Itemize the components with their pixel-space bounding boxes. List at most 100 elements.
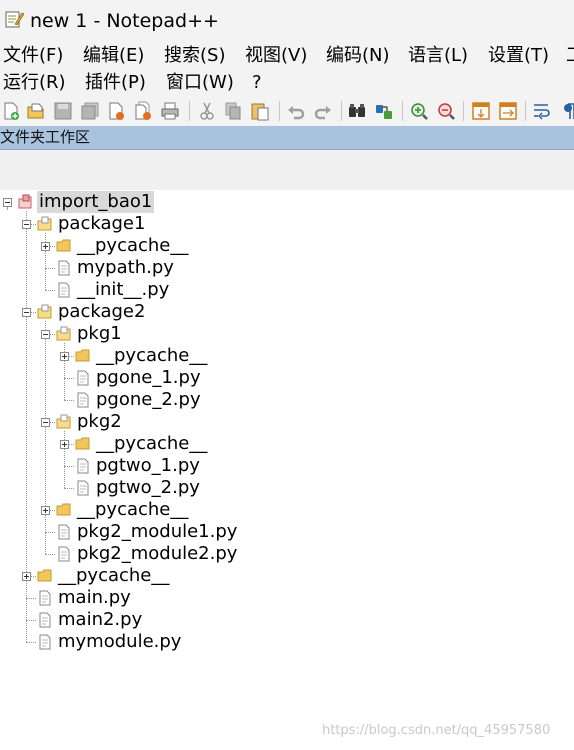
new-file-icon[interactable] [1, 101, 21, 121]
collapse-toggle[interactable] [22, 220, 31, 229]
tree-node-folder[interactable]: __pycache__ [77, 499, 188, 521]
toolbar-separator [279, 101, 280, 121]
zoom-in-icon[interactable] [409, 101, 429, 121]
folder-icon [56, 239, 71, 252]
tree-line [64, 400, 74, 401]
close-all-icon[interactable] [133, 101, 153, 121]
expand-toggle[interactable] [41, 242, 50, 251]
tree-node-file[interactable]: pkg2_module1.py [77, 521, 237, 543]
tree-node-package2[interactable]: package2 [58, 301, 145, 323]
tree-node-file[interactable]: mymodule.py [58, 631, 181, 653]
tree-node-file[interactable]: mypath.py [77, 257, 174, 279]
package-folder-icon [56, 414, 71, 429]
tree-line [45, 554, 55, 555]
collapse-toggle[interactable] [3, 198, 12, 207]
file-icon [39, 612, 51, 628]
menu-settings[interactable]: 设置(T) [488, 43, 549, 69]
open-file-icon[interactable] [26, 101, 46, 121]
tree-node-root[interactable]: import_bao1 [37, 191, 155, 213]
menu-edit[interactable]: 编辑(E) [83, 43, 144, 69]
file-icon [39, 590, 51, 606]
tree-line [26, 598, 36, 599]
expand-toggle[interactable] [41, 506, 50, 515]
menu-run[interactable]: 运行(R) [3, 70, 66, 96]
sync-vertical-icon[interactable] [471, 101, 491, 121]
folder-icon [56, 503, 71, 516]
tree-node-file[interactable]: main2.py [58, 609, 142, 631]
tree-line [45, 532, 55, 533]
undo-icon[interactable] [286, 101, 306, 121]
tree-node-file[interactable]: pgtwo_1.py [96, 455, 200, 477]
replace-icon[interactable] [374, 101, 394, 121]
file-icon [77, 370, 89, 386]
tree-line [45, 321, 46, 554]
paste-icon[interactable] [250, 101, 270, 121]
file-icon [58, 282, 70, 298]
menu-tools[interactable]: 工 [566, 43, 574, 69]
close-icon[interactable] [106, 101, 126, 121]
tree-line [64, 378, 74, 379]
collapse-toggle[interactable] [22, 308, 31, 317]
tree-node-folder[interactable]: __pycache__ [77, 235, 188, 257]
copy-icon[interactable] [223, 101, 243, 121]
toolbar-separator [525, 101, 526, 121]
file-icon [77, 480, 89, 496]
save-icon[interactable] [53, 101, 73, 121]
expand-toggle[interactable] [22, 572, 31, 581]
toolbar [0, 96, 574, 126]
tree-line [45, 290, 55, 291]
file-icon [58, 260, 70, 276]
file-icon [77, 458, 89, 474]
toolbar-separator [402, 101, 403, 121]
menu-view[interactable]: 视图(V) [245, 43, 307, 69]
toolbar-separator [463, 101, 464, 121]
toolbar-separator [341, 101, 342, 121]
menu-bar: 文件(F) 编辑(E) 搜索(S) 视图(V) 编码(N) 语言(L) 设置(T… [0, 42, 574, 96]
save-all-icon[interactable] [80, 101, 100, 121]
title-bar: new 1 - Notepad++ [0, 0, 574, 42]
folder-icon [75, 437, 90, 450]
tree-node-file[interactable]: main.py [58, 587, 131, 609]
tree-node-folder[interactable]: __pycache__ [96, 345, 207, 367]
package-folder-icon [56, 326, 71, 341]
folder-icon [37, 569, 52, 582]
folder-tree: import_bao1 package1 __pycache__ mypath.… [0, 190, 574, 750]
collapse-toggle[interactable] [41, 418, 50, 427]
print-icon[interactable] [160, 101, 180, 121]
menu-file[interactable]: 文件(F) [3, 43, 63, 69]
sync-horizontal-icon[interactable] [498, 101, 518, 121]
zoom-out-icon[interactable] [436, 101, 456, 121]
tree-node-file[interactable]: pgone_2.py [96, 389, 201, 411]
tree-line [45, 268, 55, 269]
tree-line [7, 207, 8, 209]
tree-node-file[interactable]: __init__.py [77, 279, 169, 301]
root-folder-icon [18, 194, 32, 209]
panel-title: 文件夹工作区 [0, 128, 91, 146]
tree-node-pkg1[interactable]: pkg1 [77, 323, 122, 345]
tree-node-package1[interactable]: package1 [58, 213, 145, 235]
tree-line [26, 642, 36, 643]
menu-language[interactable]: 语言(L) [408, 43, 468, 69]
menu-encoding[interactable]: 编码(N) [326, 43, 390, 69]
menu-help[interactable]: ? [252, 70, 262, 96]
word-wrap-icon[interactable] [532, 101, 552, 121]
collapse-toggle[interactable] [41, 330, 50, 339]
watermark-text: https://blog.csdn.net/qq_45957580 [322, 723, 551, 738]
expand-toggle[interactable] [60, 440, 69, 449]
menu-search[interactable]: 搜索(S) [164, 43, 225, 69]
cut-icon[interactable] [197, 101, 217, 121]
folder-icon [75, 349, 90, 362]
tree-node-file[interactable]: pkg2_module2.py [77, 543, 237, 565]
tree-node-folder[interactable]: __pycache__ [96, 433, 207, 455]
tree-node-file[interactable]: pgtwo_2.py [96, 477, 200, 499]
tree-node-folder[interactable]: __pycache__ [58, 565, 169, 587]
expand-toggle[interactable] [60, 352, 69, 361]
redo-icon[interactable] [313, 101, 333, 121]
show-all-chars-icon[interactable] [560, 101, 574, 121]
menu-plugins[interactable]: 插件(P) [85, 70, 146, 96]
tree-node-file[interactable]: pgone_1.py [96, 367, 201, 389]
toolbar-separator [189, 101, 190, 121]
find-icon[interactable] [347, 101, 367, 121]
menu-window[interactable]: 窗口(W) [166, 70, 234, 96]
tree-node-pkg2[interactable]: pkg2 [77, 411, 122, 433]
